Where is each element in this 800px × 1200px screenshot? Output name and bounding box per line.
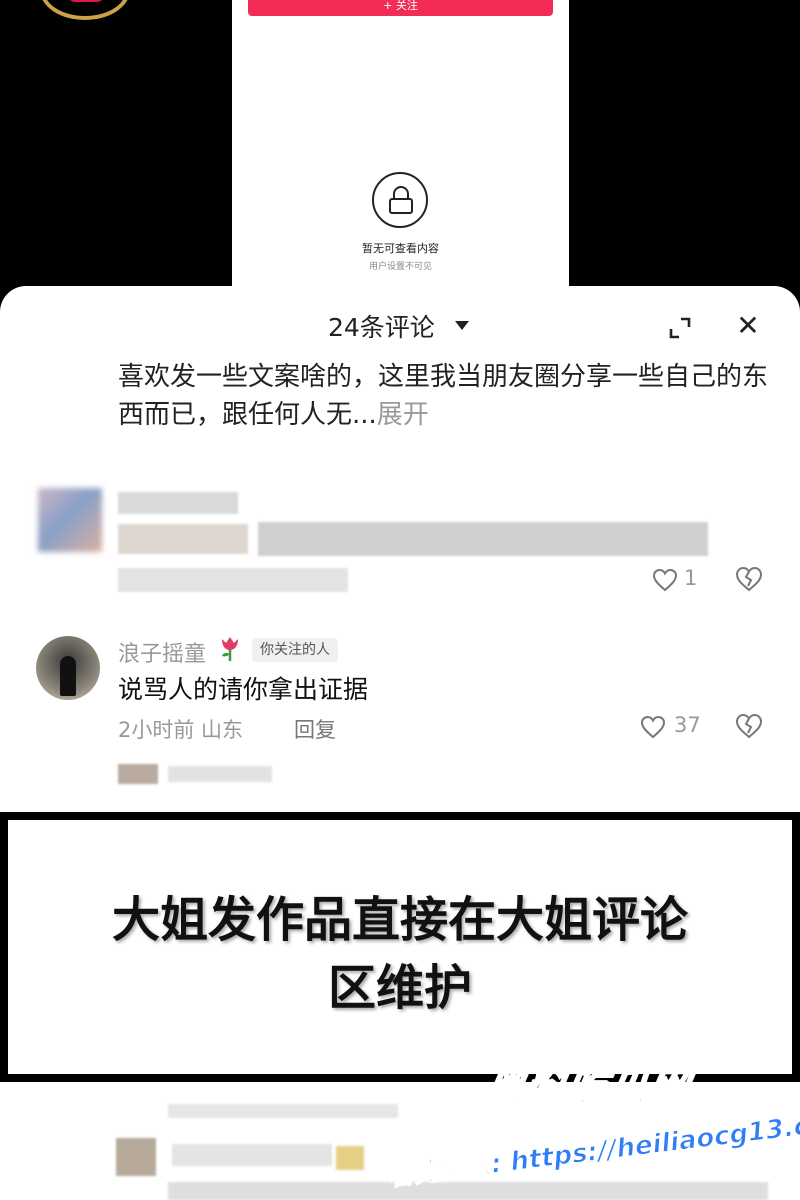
- blurred-replies: [168, 766, 272, 782]
- profile-panel: + 关注 暂无可查看内容 用户设置不可见: [232, 0, 569, 300]
- lock-icon: [372, 172, 428, 228]
- banner-text: 大姐发作品直接在大姐评论 区维护: [8, 886, 792, 1022]
- author-bio: 喜欢发一些文案啥的，这里我当朋友圈分享一些自己的东西而已，跟任何人无...展开: [118, 358, 768, 434]
- caret-down-icon[interactable]: [455, 321, 469, 330]
- blurred-emoji: [336, 1146, 364, 1170]
- live-avatar-ring[interactable]: [40, 0, 130, 20]
- avatar[interactable]: [36, 636, 100, 700]
- dislike-icon[interactable]: [735, 713, 763, 739]
- blurred-username: [118, 492, 238, 514]
- profile-background: + 关注 暂无可查看内容 用户设置不可见: [0, 0, 800, 300]
- sheet-header: 24条评论 ✕: [0, 308, 800, 344]
- heart-icon[interactable]: [652, 568, 678, 592]
- bio-text: 喜欢发一些文案啥的，这里我当朋友圈分享一些自己的东西而已，跟任何人无...: [118, 362, 769, 430]
- banner-line: 区维护: [327, 960, 472, 1016]
- blurred-text: [168, 1104, 398, 1118]
- avatar-badge: [66, 0, 106, 2]
- blurred-meta: [118, 568, 348, 592]
- blurred-replies: [118, 764, 158, 784]
- expand-icon[interactable]: [668, 316, 692, 340]
- banner-line: 大姐发作品直接在大姐评论: [111, 892, 688, 948]
- blurred-text: [118, 524, 248, 554]
- blurred-text: [258, 522, 708, 556]
- following-tag: 你关注的人: [252, 638, 338, 662]
- private-title: 暂无可查看内容: [362, 242, 439, 255]
- follow-button[interactable]: + 关注: [248, 0, 553, 16]
- comment-text: 说骂人的请你拿出证据: [118, 675, 369, 704]
- avatar[interactable]: [38, 488, 102, 552]
- watermark-brand: 黑料吃瓜网: [479, 1064, 694, 1112]
- comments-count-title[interactable]: 24条评论: [328, 308, 435, 344]
- caption-banner: 大姐发作品直接在大姐评论 区维护: [0, 812, 800, 1082]
- like-count: 37: [674, 713, 701, 737]
- reply-button[interactable]: 回复: [294, 714, 336, 744]
- dislike-icon[interactable]: [735, 566, 763, 592]
- like-count: 1: [684, 566, 698, 590]
- blurred-username: [172, 1144, 332, 1166]
- close-icon[interactable]: ✕: [735, 312, 761, 340]
- comment-time-location: 2小时前 山东: [118, 718, 244, 742]
- comment-username[interactable]: 浪子摇童: [118, 636, 206, 668]
- heart-icon[interactable]: [640, 715, 666, 739]
- avatar: [116, 1138, 156, 1176]
- private-subtitle: 用户设置不可见: [368, 262, 432, 272]
- blurred-text: [168, 1182, 768, 1200]
- bio-expand-link[interactable]: 展开: [377, 400, 429, 430]
- tulip-emoji-icon: [222, 637, 238, 661]
- comments-sheet: 24条评论 ✕ 喜欢发一些文案啥的，这里我当朋友圈分享一些自己的东西而已，跟任何…: [0, 286, 800, 814]
